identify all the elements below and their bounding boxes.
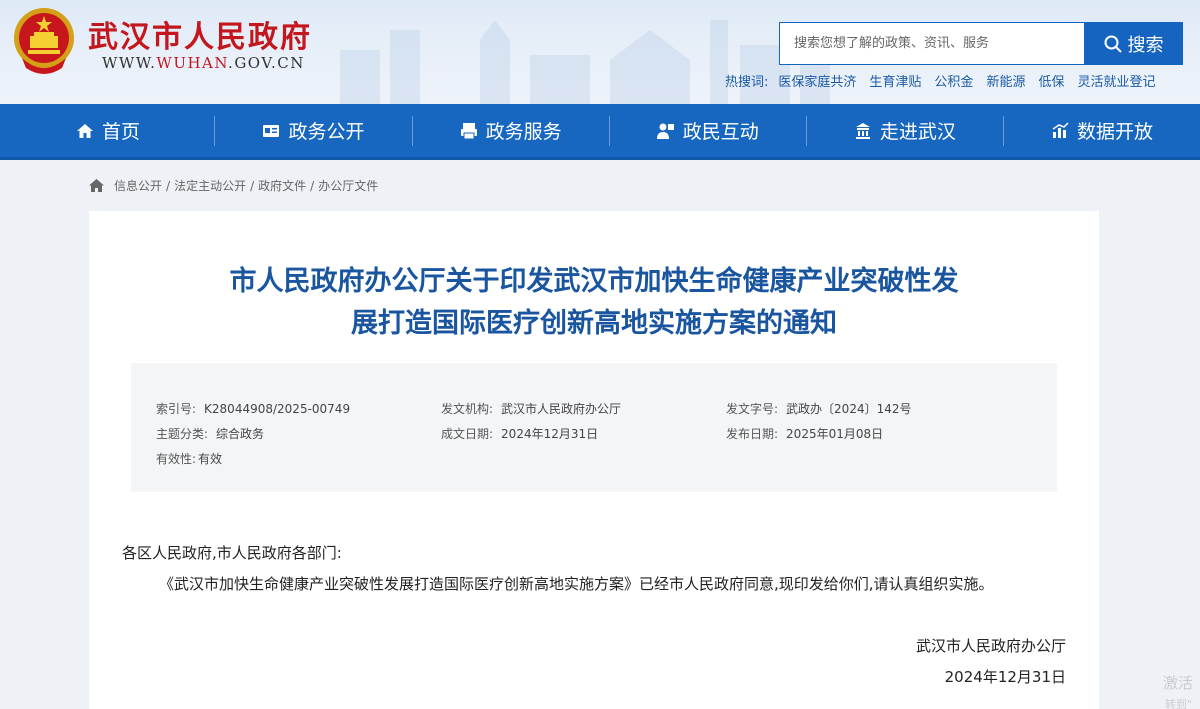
nav-item-label: 政务公开 xyxy=(288,121,365,143)
nav-item-about-wuhan[interactable]: 走进武汉 xyxy=(807,103,1003,159)
metadata-row: 索引号: K28044908/2025-00749 发文机构: 武汉市人民政府办公厅… xyxy=(156,400,1011,417)
article-signature: 武汉市人民政府办公厅 xyxy=(915,637,1066,655)
site-header: 武汉市人民政府 WWW.WUHAN.GOV.CN 搜索 热搜词: 医保家庭共济 … xyxy=(0,0,1200,104)
article-date: 2024年12月31日 xyxy=(944,668,1066,686)
article-container: 市人民政府办公厅关于印发武汉市加快生命健康产业突破性发 展打造国际医疗创新高地实… xyxy=(89,211,1099,709)
activation-watermark: 激活 xyxy=(1163,674,1194,692)
nav-item-home[interactable]: 首页 xyxy=(0,103,214,159)
metadata-validity: 有效性: 有效 xyxy=(156,450,441,467)
metadata-value: 综合政务 xyxy=(216,427,265,441)
metadata-topic: 主题分类: 综合政务 xyxy=(156,425,441,442)
metadata-index: 索引号: K28044908/2025-00749 xyxy=(156,400,441,417)
nav-item-open-data[interactable]: 数据开放 xyxy=(1004,103,1200,159)
article-title-line: 展打造国际医疗创新高地实施方案的通知 xyxy=(351,308,837,339)
breadcrumb-separator: / xyxy=(166,178,171,193)
search-box: 搜索 xyxy=(779,22,1183,65)
article-paragraph: 《武汉市加快生命健康产业突破性发展打造国际医疗创新高地实施方案》已经市人民政府同… xyxy=(159,575,994,593)
breadcrumb-separator: / xyxy=(310,178,315,193)
metadata-key: 索引号: xyxy=(156,402,197,416)
national-emblem-icon xyxy=(14,8,74,74)
people-icon xyxy=(656,123,674,139)
hot-search-terms: 热搜词: 医保家庭共济 生育津贴 公积金 新能源 低保 灵活就业登记 xyxy=(725,71,1168,90)
breadcrumb-link[interactable]: 办公厅文件 xyxy=(318,177,378,194)
nav-item-label: 数据开放 xyxy=(1076,121,1153,143)
search-button-label: 搜索 xyxy=(1127,34,1164,56)
nav-item-gov-affairs[interactable]: 政务公开 xyxy=(215,103,411,159)
metadata-value: 2025年01月08日 xyxy=(786,427,884,441)
hot-term-link[interactable]: 公积金 xyxy=(934,71,973,90)
metadata-created-date: 成文日期: 2024年12月31日 xyxy=(441,425,726,442)
site-url-suffix: .GOV.CN xyxy=(228,54,305,72)
search-icon xyxy=(1104,35,1122,53)
metadata-value: 武汉市人民政府办公厅 xyxy=(501,402,622,416)
site-url-accent: WUHAN xyxy=(156,54,229,72)
metadata-value: 2024年12月31日 xyxy=(501,427,599,441)
metadata-value: 有效 xyxy=(198,452,223,466)
breadcrumb-link[interactable]: 信息公开 xyxy=(114,177,162,194)
nav-item-label: 首页 xyxy=(102,121,141,143)
article-title: 市人民政府办公厅关于印发武汉市加快生命健康产业突破性发 展打造国际医疗创新高地实… xyxy=(89,261,1099,345)
metadata-published-date: 发布日期: 2025年01月08日 xyxy=(726,425,1011,442)
chart-icon xyxy=(1052,121,1069,138)
metadata-row: 有效性: 有效 xyxy=(156,450,441,467)
hot-search-label: 热搜词: xyxy=(725,75,769,90)
hot-term-link[interactable]: 医保家庭共济 xyxy=(778,71,856,90)
metadata-issuer: 发文机构: 武汉市人民政府办公厅 xyxy=(441,400,726,417)
metadata-key: 发布日期: xyxy=(726,427,779,441)
hot-term-link[interactable]: 低保 xyxy=(1038,71,1064,90)
building-icon xyxy=(855,122,870,139)
nav-item-label: 政民互动 xyxy=(682,121,759,143)
site-title[interactable]: 武汉市人民政府 xyxy=(88,12,312,56)
metadata-key: 成文日期: xyxy=(441,427,494,441)
breadcrumb-link[interactable]: 法定主动公开 xyxy=(174,177,246,194)
nav-item-interaction[interactable]: 政民互动 xyxy=(610,103,806,159)
home-icon[interactable] xyxy=(89,179,104,192)
nav-item-label: 政务服务 xyxy=(485,121,562,143)
main-nav: 首页 政务公开 政务服务 政民互动 走进武汉 数据开放 xyxy=(0,104,1200,160)
search-input[interactable] xyxy=(780,23,1083,64)
breadcrumb-separator: / xyxy=(250,178,255,193)
nav-item-label: 走进武汉 xyxy=(879,121,956,143)
metadata-doc-number: 发文字号: 武政办〔2024〕142号 xyxy=(726,400,1011,417)
hot-term-link[interactable]: 灵活就业登记 xyxy=(1077,71,1155,90)
metadata-row: 主题分类: 综合政务 成文日期: 2024年12月31日 发布日期: 2025年01月… xyxy=(156,425,1011,442)
metadata-key: 发文字号: xyxy=(726,402,779,416)
hot-term-link[interactable]: 新能源 xyxy=(986,71,1025,90)
metadata-key: 发文机构: xyxy=(441,402,494,416)
site-url-prefix: WWW. xyxy=(102,54,157,72)
metadata-key: 有效性: xyxy=(156,452,197,466)
id-card-icon xyxy=(263,124,280,137)
hot-term-link[interactable]: 生育津贴 xyxy=(869,71,921,90)
site-url: WWW.WUHAN.GOV.CN xyxy=(102,54,305,72)
breadcrumb-link[interactable]: 政府文件 xyxy=(258,177,306,194)
activation-watermark-sub: 转到" xyxy=(1165,698,1193,709)
metadata-value: K28044908/2025-00749 xyxy=(204,402,351,416)
home-icon xyxy=(77,123,93,138)
document-metadata: 索引号: K28044908/2025-00749 发文机构: 武汉市人民政府办公厅… xyxy=(131,363,1057,492)
article-title-line: 市人民政府办公厅关于印发武汉市加快生命健康产业突破性发 xyxy=(229,266,959,297)
metadata-value: 武政办〔2024〕142号 xyxy=(786,402,912,416)
search-button[interactable]: 搜索 xyxy=(1084,22,1183,65)
breadcrumb: 信息公开 / 法定主动公开 / 政府文件 / 办公厅文件 xyxy=(89,177,378,194)
article-salutation: 各区人民政府,市人民政府各部门: xyxy=(122,544,342,562)
nav-item-gov-services[interactable]: 政务服务 xyxy=(413,103,609,159)
metadata-key: 主题分类: xyxy=(156,427,209,441)
printer-icon xyxy=(460,122,477,139)
